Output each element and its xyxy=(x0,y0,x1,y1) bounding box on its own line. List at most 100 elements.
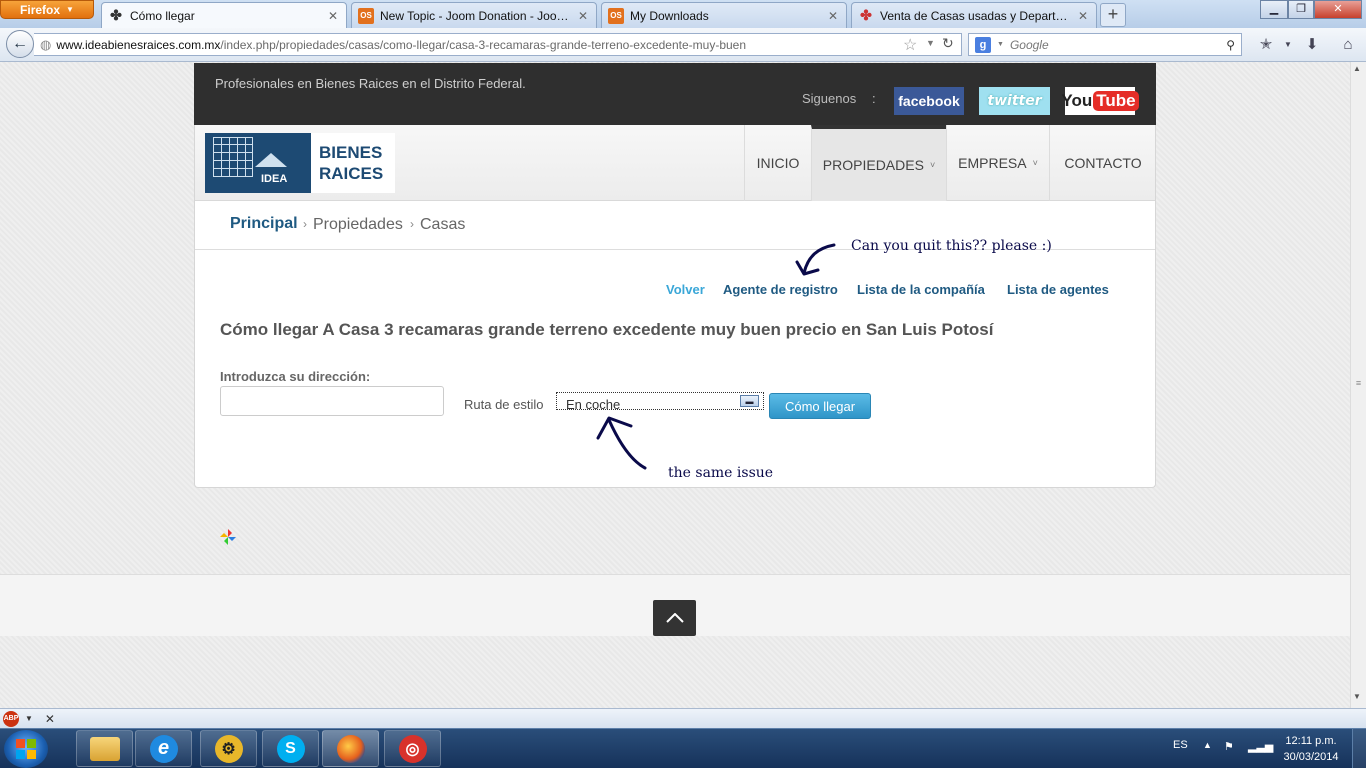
minimize-button[interactable]: ▁ xyxy=(1260,0,1288,19)
twitter-label: twitter xyxy=(987,93,1042,109)
url-bar[interactable]: ◍ www.ideabienesraices.com.mx /index.php… xyxy=(34,33,962,56)
chevron-down-icon[interactable]: ▼ xyxy=(1277,34,1299,56)
firefox-menu-button[interactable]: Firefox ▼ xyxy=(0,0,94,19)
network-signal-icon[interactable]: ▂▃▅ xyxy=(1248,740,1273,753)
facebook-label: facebook xyxy=(898,93,960,109)
tab-title: My Downloads xyxy=(630,8,709,23)
url-path: /index.php/propiedades/casas/como-llegar… xyxy=(220,37,747,52)
downloads-icon[interactable]: ⬇ xyxy=(1301,34,1323,56)
bookmarks-menu-icon[interactable]: ✭ xyxy=(1255,34,1277,56)
close-icon[interactable]: ✕ xyxy=(326,9,340,23)
close-icon[interactable]: ✕ xyxy=(1076,9,1090,23)
menu-label: PROPIEDADES xyxy=(822,157,924,173)
taskbar-firefox[interactable] xyxy=(322,730,379,767)
back-link[interactable]: Volver xyxy=(666,282,705,297)
taskbar-explorer[interactable] xyxy=(76,730,133,767)
breadcrumb-casas[interactable]: Casas xyxy=(420,216,465,234)
language-indicator[interactable]: ES xyxy=(1173,739,1188,751)
close-icon[interactable]: ✕ xyxy=(826,9,840,23)
show-desktop-button[interactable] xyxy=(1352,729,1366,768)
company-list-link[interactable]: Lista de la compañía xyxy=(857,282,985,297)
clock-date: 30/03/2014 xyxy=(1283,751,1339,763)
adblock-plus-icon[interactable]: ABP xyxy=(3,710,19,727)
logo-word-1: BIENES xyxy=(319,143,383,162)
tab-my-downloads[interactable]: OS My Downloads ✕ xyxy=(601,2,847,28)
taskbar-tweaker[interactable]: ⚙ xyxy=(200,730,257,767)
back-to-top-button[interactable] xyxy=(653,600,696,636)
youtube-label-you: You xyxy=(1061,91,1093,110)
tab-title: Venta de Casas usadas y Departamen... xyxy=(880,8,1070,23)
skype-icon: S xyxy=(276,734,305,763)
search-placeholder: Google xyxy=(1009,37,1049,52)
close-window-button[interactable]: ✕ xyxy=(1314,0,1362,19)
breadcrumb-home[interactable]: Principal xyxy=(230,215,298,233)
system-clock[interactable]: 12:11 p.m. 30/03/2014 xyxy=(1278,733,1344,765)
agents-list-link[interactable]: Lista de agentes xyxy=(1007,282,1109,297)
back-button[interactable]: ← xyxy=(6,30,34,58)
chevron-up-icon xyxy=(665,613,684,623)
close-icon[interactable]: ✕ xyxy=(576,9,590,23)
back-arrow-icon: ← xyxy=(12,35,28,52)
agent-link[interactable]: Agente de registro xyxy=(723,282,838,297)
home-icon[interactable]: ⌂ xyxy=(1337,34,1359,56)
route-style-value: En coche xyxy=(566,397,621,410)
facebook-link[interactable]: facebook xyxy=(894,87,964,115)
get-directions-label: Cómo llegar xyxy=(784,398,856,414)
logo-mark: IDEA xyxy=(205,133,311,193)
search-engine-caret-icon: ▼ xyxy=(997,41,1004,48)
close-icon[interactable]: ✕ xyxy=(45,712,55,726)
menu-label: INICIO xyxy=(756,155,800,171)
breadcrumb-separator: › xyxy=(410,217,414,231)
tab-como-llegar[interactable]: ✤ Cómo llegar ✕ xyxy=(101,2,347,28)
maximize-button[interactable]: ❐ xyxy=(1288,0,1314,19)
logo-mark-text: IDEA xyxy=(261,173,288,185)
chevron-down-icon[interactable]: ▬ xyxy=(740,395,759,407)
twitter-link[interactable]: twitter xyxy=(979,87,1050,115)
youtube-label-tube: Tube xyxy=(1093,91,1139,111)
chevron-down-icon: ▼ xyxy=(66,5,74,14)
address-input[interactable] xyxy=(220,386,444,416)
reload-icon[interactable]: ↻ xyxy=(942,35,954,52)
tab-title: New Topic - Joom Donation - Joomla... xyxy=(380,8,570,23)
tab-venta-casas[interactable]: ✤ Venta de Casas usadas y Departamen... … xyxy=(851,2,1097,28)
route-style-select[interactable]: En coche xyxy=(556,392,764,410)
breadcrumb-propiedades[interactable]: Propiedades xyxy=(313,216,403,234)
search-bar[interactable]: g ▼ Google ⚲ xyxy=(968,33,1242,56)
search-icon[interactable]: ⚲ xyxy=(1226,38,1235,52)
tray-expand-icon[interactable]: ▲ xyxy=(1203,740,1212,750)
action-center-icon[interactable]: ⚑ xyxy=(1224,740,1234,753)
pinwheel-icon xyxy=(220,529,236,545)
google-icon: g xyxy=(975,36,991,53)
taskbar-skype[interactable]: S xyxy=(262,730,319,767)
start-button[interactable] xyxy=(4,730,48,768)
photo-app-icon: ◎ xyxy=(398,734,427,763)
menu-item-inicio[interactable]: INICIO xyxy=(744,125,811,201)
follow-colon: : xyxy=(872,91,876,106)
site-logo[interactable]: IDEA BIENES RAICES xyxy=(205,133,395,193)
logo-text: BIENES RAICES xyxy=(311,133,383,193)
taskbar-internet-explorer[interactable]: e xyxy=(135,730,192,767)
dropdown-arrow-icon[interactable]: ▼ xyxy=(926,38,935,48)
chevron-down-icon: ˅ xyxy=(929,160,936,170)
tweaker-icon: ⚙ xyxy=(214,734,243,763)
menu-item-empresa[interactable]: EMPRESA ˅ xyxy=(946,125,1049,201)
globe-icon: ◍ xyxy=(40,36,52,52)
tab-new-topic[interactable]: OS New Topic - Joom Donation - Joomla...… xyxy=(351,2,597,28)
annotation-note-bottom: the same issue xyxy=(668,465,774,481)
site-tagline: Profesionales en Bienes Raices en el Dis… xyxy=(215,76,526,91)
firefox-icon xyxy=(336,734,365,763)
youtube-link[interactable]: You Tube xyxy=(1061,87,1139,115)
abp-label: ABP xyxy=(3,715,19,722)
joomla-icon: ✤ xyxy=(110,7,122,23)
menu-item-propiedades[interactable]: PROPIEDADES ˅ xyxy=(811,125,946,201)
new-tab-button[interactable]: + xyxy=(1100,3,1126,27)
route-style-label: Ruta de estilo xyxy=(464,397,544,412)
vertical-scrollbar[interactable]: ▲ ≡ ▼ xyxy=(1350,62,1366,708)
explorer-icon xyxy=(89,736,120,761)
taskbar-photo-app[interactable]: ◎ xyxy=(384,730,441,767)
chevron-down-icon[interactable]: ▼ xyxy=(25,714,33,723)
get-directions-button[interactable]: Cómo llegar xyxy=(769,393,871,419)
os-favicon-icon: OS xyxy=(608,7,624,24)
menu-item-contacto[interactable]: CONTACTO xyxy=(1049,125,1156,201)
bookmark-star-icon[interactable]: ☆ xyxy=(903,35,917,55)
